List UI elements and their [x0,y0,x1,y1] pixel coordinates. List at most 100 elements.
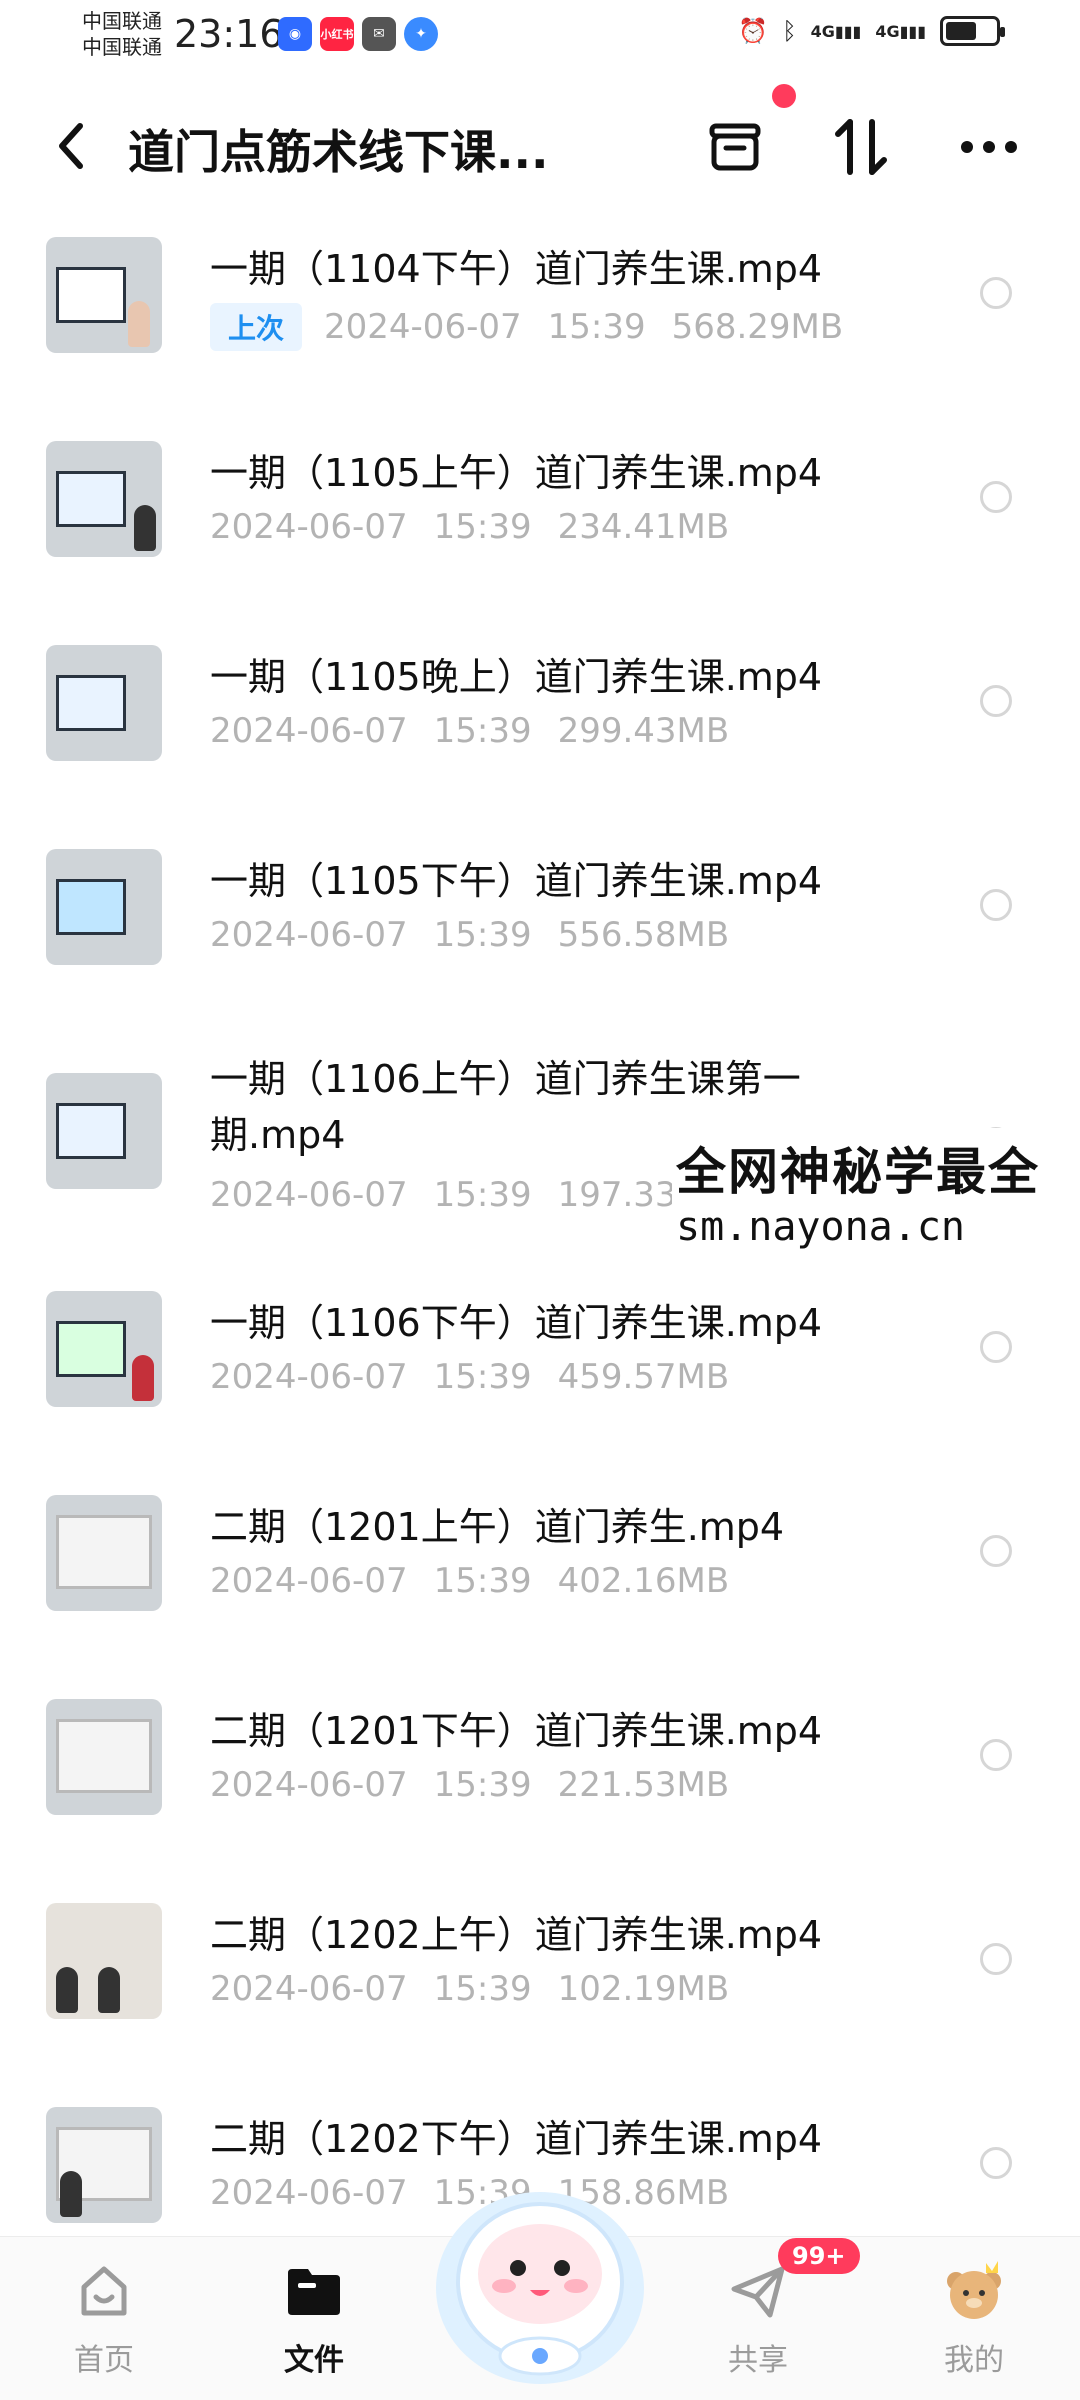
video-thumbnail [46,237,162,353]
file-row[interactable]: 一期（1105下午）道门养生课.mp4 2024-06-07 15:39 556… [0,817,1080,1021]
nav-share-label: 共享 [728,2343,788,2378]
nav-files[interactable]: 文件 [244,2259,384,2379]
file-name: 二期（1201下午）道门养生课.mp4 [210,1709,823,1753]
file-meta: 上次 2024-06-07 15:39 568.29MB [210,303,843,351]
file-size: 221.53MB [557,1765,730,1805]
sort-button[interactable] [826,112,896,182]
file-row[interactable]: 一期（1105上午）道门养生课.mp4 2024-06-07 15:39 234… [0,409,1080,613]
select-radio[interactable] [980,277,1012,309]
nav-mine-label: 我的 [944,2343,1004,2378]
file-time: 15:39 [433,1175,532,1215]
status-bar: 中国联通 中国联通 23:16 ◉ 小红书 ✉ ✦ ⏰ ᛒ 4G▮▮▮ 4G▮▮… [0,0,1080,70]
nav-home[interactable]: 首页 [34,2259,174,2379]
file-row[interactable]: 二期（1202上午）道门养生课.mp4 2024-06-07 15:39 102… [0,1871,1080,2075]
video-thumbnail [46,1073,162,1189]
select-radio[interactable] [980,685,1012,717]
file-date: 2024-06-07 [210,507,408,547]
file-time: 15:39 [433,507,532,547]
file-name: 一期（1106下午）道门养生课.mp4 [210,1301,823,1345]
file-name: 一期（1105晚上）道门养生课.mp4 [210,655,823,699]
home-icon [81,2266,127,2316]
select-radio[interactable] [980,481,1012,513]
alarm-icon: ⏰ [738,17,769,45]
file-row[interactable]: 一期（1106下午）道门养生课.mp4 2024-06-07 15:39 459… [0,1259,1080,1463]
file-time: 15:39 [433,1561,532,1601]
file-time: 15:39 [433,711,532,751]
file-date: 2024-06-07 [210,711,408,751]
file-time: 15:39 [547,307,646,347]
watermark-text: 全网神秘学最全 [676,1143,1040,1201]
status-icons: ⏰ ᛒ 4G▮▮▮ 4G▮▮▮ [738,16,1005,46]
more-dots-icon [961,141,1017,153]
file-date: 2024-06-07 [210,1765,408,1805]
file-meta: 2024-06-07 15:39 299.43MB [210,711,729,751]
bear-avatar-icon [947,2261,1001,2319]
more-options-button[interactable] [954,112,1024,182]
select-radio[interactable] [980,2147,1012,2179]
share-count-badge: 99+ [778,2238,860,2274]
watermark-url: sm.nayona.cn [676,1204,965,1250]
nav-mine[interactable]: 我的 [904,2259,1044,2379]
watermark-overlay: 全网神秘学最全 sm.nayona.cn [672,1128,1048,1256]
file-meta: 2024-06-07 15:39 556.58MB [210,915,729,955]
nav-files-label: 文件 [284,2343,344,2378]
sort-arrows-icon [835,119,887,175]
file-name: 二期（1202下午）道门养生课.mp4 [210,2117,823,2161]
inbox-icon [709,123,761,171]
file-meta: 2024-06-07 15:39 197.33MB [210,1175,729,1215]
file-row[interactable]: 一期（1104下午）道门养生课.mp4 上次 2024-06-07 15:39 … [0,205,1080,409]
video-thumbnail [46,441,162,557]
transfer-list-button[interactable] [700,112,770,182]
video-thumbnail [46,1291,162,1407]
select-radio[interactable] [980,1739,1012,1771]
file-time: 15:39 [433,1969,532,2009]
file-meta: 2024-06-07 15:39 221.53MB [210,1765,729,1805]
video-thumbnail [46,2107,162,2223]
file-date: 2024-06-07 [210,1969,408,2009]
file-name: 一期（1105下午）道门养生课.mp4 [210,859,823,903]
notification-dot [772,84,796,108]
file-date: 2024-06-07 [210,1175,408,1215]
file-size: 402.16MB [557,1561,730,1601]
video-thumbnail [46,1903,162,2019]
carrier-2: 中国联通 [82,35,162,59]
page-title: 道门点筋术线下课... [128,125,549,179]
video-thumbnail [46,645,162,761]
back-arrow-icon[interactable] [50,116,90,176]
top-app-bar: 道门点筋术线下课... [0,84,1080,204]
file-size: 102.19MB [557,1969,730,2009]
video-thumbnail [46,1495,162,1611]
bluetooth-icon: ᛒ [782,17,797,45]
signal-icon-2: 4G▮▮▮ [875,21,926,41]
carrier-info: 中国联通 中国联通 [82,8,162,60]
mascot-assistant-icon[interactable] [432,2178,648,2388]
file-size: 234.41MB [557,507,730,547]
file-row[interactable]: 一期（1105晚上）道门养生课.mp4 2024-06-07 15:39 299… [0,613,1080,817]
file-size: 299.43MB [557,711,730,751]
file-size: 556.58MB [557,915,730,955]
battery-icon [940,16,1005,46]
file-time: 15:39 [433,915,532,955]
video-thumbnail [46,1699,162,1815]
file-name: 一期（1104下午）道门养生课.mp4 [210,247,823,291]
select-radio[interactable] [980,1331,1012,1363]
send-icon [731,2266,785,2318]
nav-share[interactable]: 共享 [688,2259,828,2379]
battery-level [946,22,976,40]
file-date: 2024-06-07 [210,915,408,955]
file-name: 二期（1201上午）道门养生.mp4 [210,1505,785,1549]
file-row[interactable]: 二期（1201上午）道门养生.mp4 2024-06-07 15:39 402.… [0,1463,1080,1667]
select-radio[interactable] [980,1943,1012,1975]
folder-icon [288,2269,340,2315]
file-time: 15:39 [433,1357,532,1397]
file-meta: 2024-06-07 15:39 102.19MB [210,1969,729,2009]
mail-app-icon: ✉ [362,17,396,51]
file-meta: 2024-06-07 15:39 402.16MB [210,1561,729,1601]
file-meta: 2024-06-07 15:39 459.57MB [210,1357,729,1397]
video-thumbnail [46,849,162,965]
file-row[interactable]: 二期（1201下午）道门养生课.mp4 2024-06-07 15:39 221… [0,1667,1080,1871]
select-radio[interactable] [980,889,1012,921]
select-radio[interactable] [980,1535,1012,1567]
file-date: 2024-06-07 [210,1357,408,1397]
file-size: 459.57MB [557,1357,730,1397]
